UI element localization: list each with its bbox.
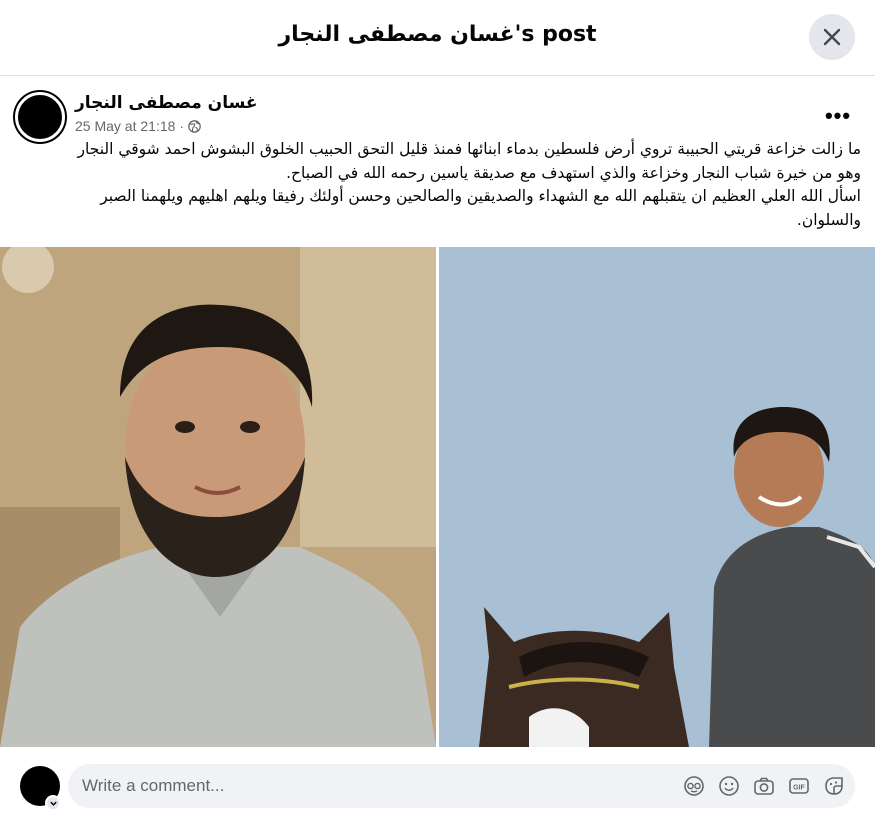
more-options-button[interactable]: •••: [822, 100, 854, 132]
comment-input[interactable]: Write a comment... GIF: [68, 764, 855, 808]
post-meta: 25 May at 21:18 ·: [75, 118, 201, 134]
rider-illustration: [439, 247, 875, 747]
sticker-icon: [824, 776, 843, 795]
post-text: ما زالت خزاعة قريتي الحبيبة تروي أرض فلس…: [55, 138, 861, 232]
meta-separator: ·: [179, 118, 185, 134]
emoji-button[interactable]: [717, 774, 740, 797]
post-paragraph: ما زالت خزاعة قريتي الحبيبة تروي أرض فلس…: [77, 140, 861, 182]
chevron-down-icon: [49, 801, 57, 806]
gif-icon: GIF: [788, 777, 809, 794]
profile-switch-button[interactable]: [45, 795, 61, 811]
post-photos: [0, 247, 875, 747]
comment-tools: GIF: [682, 774, 845, 797]
svg-text:GIF: GIF: [793, 784, 805, 791]
globe-icon: [188, 119, 201, 133]
camera-icon: [753, 777, 774, 795]
avatar-sticker-button[interactable]: [682, 774, 705, 797]
post-photo[interactable]: [0, 247, 436, 747]
close-icon: [823, 28, 841, 46]
avatar-sticker-icon: [683, 775, 704, 796]
close-button[interactable]: [809, 14, 855, 60]
camera-button[interactable]: [752, 774, 775, 797]
post-paragraph: اسأل الله العلي العظيم ان يتقبلهم الله م…: [100, 187, 861, 229]
dialog-header: غسان مصطفى النجار's post: [0, 0, 875, 76]
post-photo[interactable]: [439, 247, 875, 747]
comment-composer: Write a comment... GIF: [0, 748, 875, 832]
author-name[interactable]: غسان مصطفى النجار: [75, 93, 257, 113]
gif-button[interactable]: GIF: [787, 774, 810, 797]
post-header: غسان مصطفى النجار 25 May at 21:18 · ••• …: [0, 76, 875, 246]
author-avatar[interactable]: [15, 92, 65, 142]
comment-placeholder: Write a comment...: [82, 776, 225, 795]
emoji-icon: [718, 775, 739, 796]
post-timestamp[interactable]: 25 May at 21:18: [75, 118, 175, 134]
sticker-button[interactable]: [822, 774, 845, 797]
dialog-title: غسان مصطفى النجار's post: [278, 22, 597, 47]
portrait-illustration: [0, 247, 436, 747]
